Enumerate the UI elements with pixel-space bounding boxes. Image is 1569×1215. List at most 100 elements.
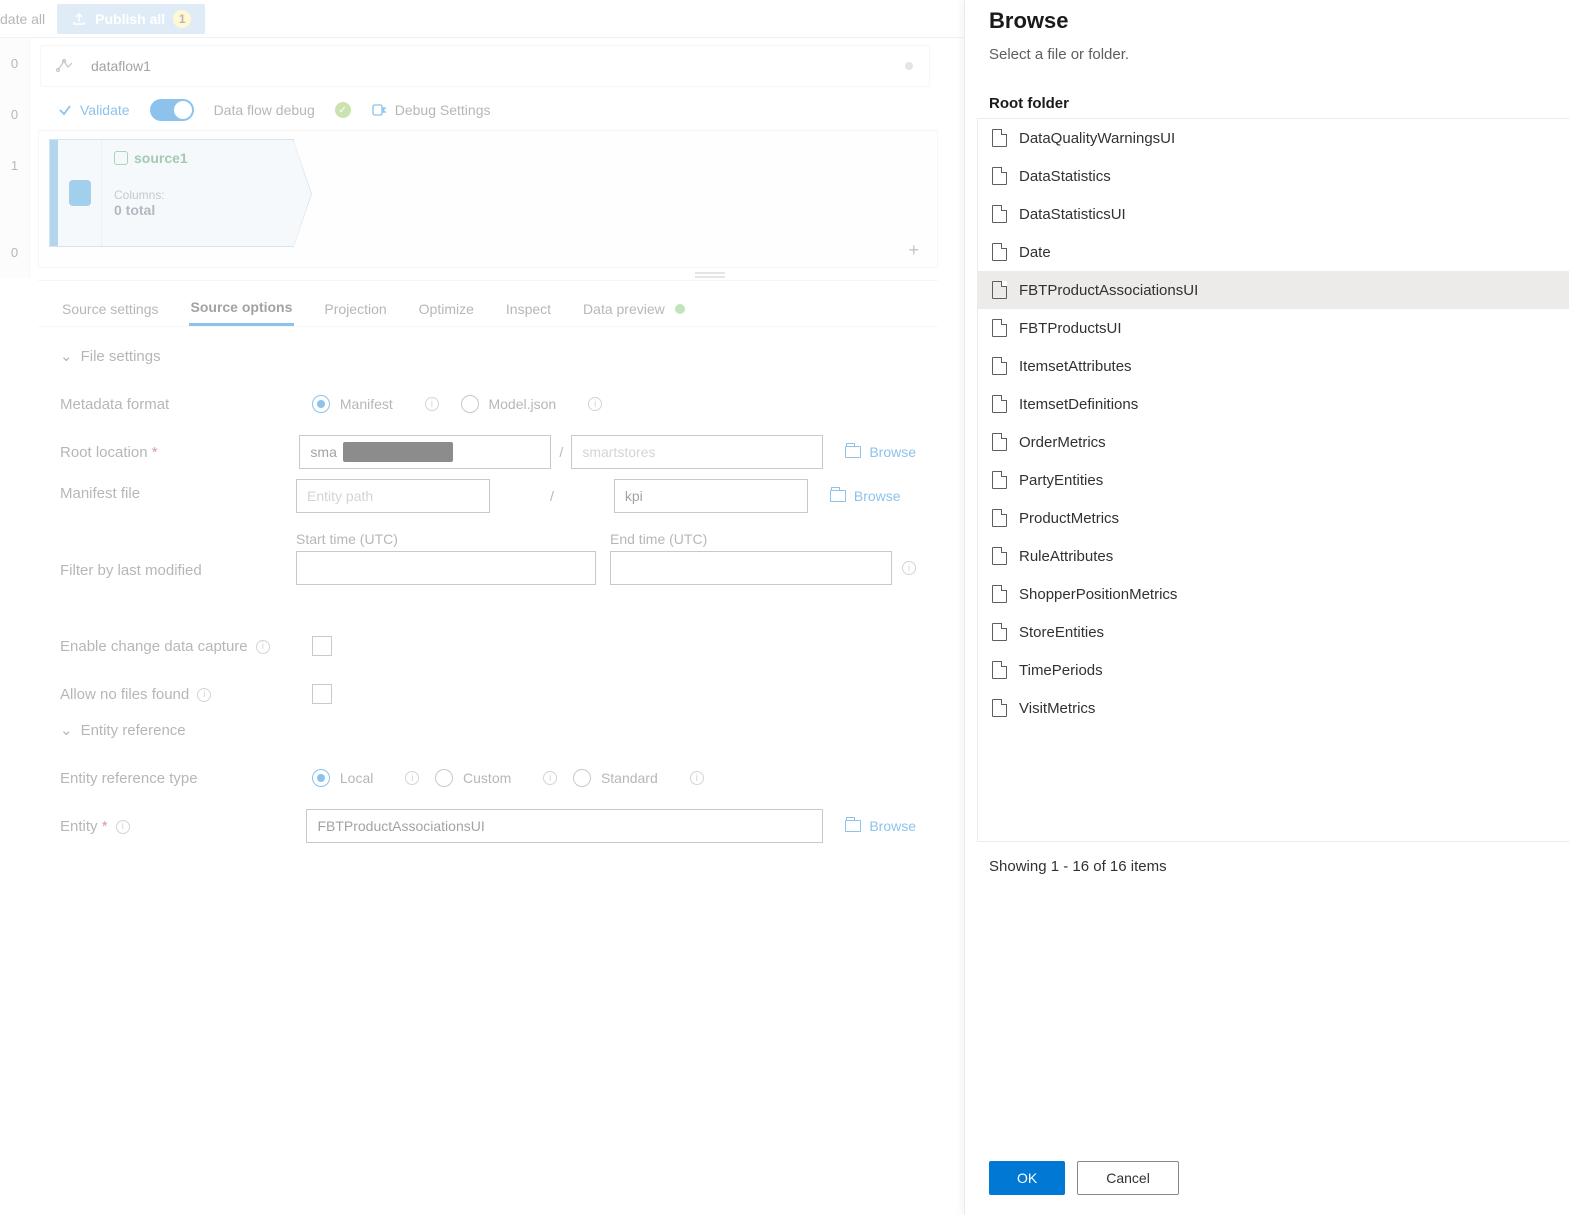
node-selection-bar — [50, 140, 58, 246]
info-icon[interactable]: i — [902, 561, 916, 575]
info-icon[interactable]: i — [256, 640, 270, 654]
file-icon — [992, 699, 1007, 717]
tab-source-options[interactable]: Source options — [189, 291, 295, 326]
info-icon[interactable]: i — [425, 397, 439, 411]
file-item[interactable]: FBTProductAssociationsUI — [978, 271, 1569, 309]
file-item[interactable]: DataStatisticsUI — [978, 195, 1569, 233]
ref-standard-radio[interactable] — [573, 769, 591, 787]
file-list[interactable]: DataQualityWarningsUIDataStatistics DataS… — [977, 118, 1569, 842]
cancel-button[interactable]: Cancel — [1077, 1161, 1179, 1195]
publish-all-label: Publish all — [95, 11, 165, 27]
browse-root-button[interactable]: Browse — [845, 444, 916, 460]
browse-entity-button[interactable]: Browse — [845, 818, 916, 834]
publish-all-button[interactable]: Publish all 1 — [57, 4, 205, 34]
debug-settings-button[interactable]: Debug Settings — [371, 102, 491, 118]
start-time-input[interactable] — [296, 551, 596, 585]
browse-label: Browse — [854, 488, 901, 504]
tab-projection[interactable]: Projection — [322, 293, 388, 325]
metadata-format-label: Metadata format — [60, 396, 312, 413]
browse-manifest-button[interactable]: Browse — [830, 488, 901, 504]
end-time-label: End time (UTC) — [610, 531, 916, 547]
file-item[interactable]: OrderMetrics — [978, 423, 1569, 461]
file-item[interactable]: DataQualityWarningsUI — [978, 119, 1569, 157]
tab-source-settings[interactable]: Source settings — [60, 293, 161, 325]
validate-label: Validate — [80, 102, 130, 118]
file-item[interactable]: VisitMetrics — [978, 689, 1569, 727]
enable-cdc-label: Enable change data capture i — [60, 638, 312, 655]
chevron-down-icon: ⌄ — [60, 721, 73, 739]
entity-path-input[interactable] — [296, 479, 490, 513]
ref-local-radio[interactable] — [312, 769, 330, 787]
file-item[interactable]: ProductMetrics — [978, 499, 1569, 537]
file-item[interactable]: Date — [978, 233, 1569, 271]
editor-tab[interactable]: dataflow1 — [40, 45, 930, 87]
file-item[interactable]: ItemsetDefinitions — [978, 385, 1569, 423]
info-icon[interactable]: i — [197, 688, 211, 702]
file-item-label: ProductMetrics — [1019, 510, 1119, 527]
node-body: source1 Columns: 0 total — [102, 140, 293, 246]
file-item[interactable]: ShopperPositionMetrics — [978, 575, 1569, 613]
metadata-modeljson-radio[interactable] — [461, 395, 479, 413]
rail-num: 0 — [0, 227, 29, 278]
bottom-pane: Source settings Source options Projectio… — [38, 280, 938, 1215]
resize-handle[interactable] — [695, 272, 725, 278]
entity-input[interactable] — [306, 809, 823, 843]
metadata-manifest-radio[interactable] — [312, 395, 330, 413]
source-node[interactable]: source1 Columns: 0 total — [49, 139, 294, 247]
standard-radio-label: Standard — [601, 770, 658, 786]
start-time-label: Start time (UTC) — [296, 531, 596, 547]
bottom-tabs: Source settings Source options Projectio… — [38, 281, 938, 327]
end-time-input[interactable] — [610, 551, 892, 585]
root-folder-input[interactable] — [571, 435, 823, 469]
validate-button[interactable]: Validate — [58, 102, 130, 118]
left-rail: 0 0 1 0 — [0, 38, 30, 278]
entity-reference-header[interactable]: ⌄ Entity reference — [60, 721, 916, 739]
panel-status: Showing 1 - 16 of 16 items — [965, 842, 1569, 891]
tab-data-preview[interactable]: Data preview — [581, 293, 687, 325]
file-settings-header[interactable]: ⌄ File settings — [60, 347, 916, 365]
panel-subtitle: Select a file or folder. — [989, 46, 1545, 63]
entity-reference-label: Entity reference — [81, 722, 186, 739]
file-item[interactable]: DataStatistics — [978, 157, 1569, 195]
info-icon[interactable]: i — [116, 820, 130, 834]
allow-no-files-checkbox[interactable] — [312, 684, 332, 704]
source-options-form: ⌄ File settings Metadata format Manifest… — [38, 327, 938, 867]
check-circle-icon: ✓ — [335, 102, 351, 118]
panel-title: Browse — [989, 8, 1545, 34]
tab-inspect[interactable]: Inspect — [504, 293, 553, 325]
enable-cdc-checkbox[interactable] — [312, 636, 332, 656]
columns-label: Columns: — [114, 188, 281, 202]
ref-custom-radio[interactable] — [435, 769, 453, 787]
columns-total: 0 total — [114, 202, 281, 218]
file-item[interactable]: RuleAttributes — [978, 537, 1569, 575]
file-item-label: ItemsetDefinitions — [1019, 396, 1138, 413]
publish-count-badge: 1 — [173, 10, 191, 28]
file-item[interactable]: TimePeriods — [978, 651, 1569, 689]
dataflow-canvas[interactable]: source1 Columns: 0 total + — [38, 130, 938, 268]
toolbar-cut-text: date all — [0, 11, 45, 27]
upload-icon — [71, 11, 87, 27]
manifest-name-input[interactable] — [614, 479, 808, 513]
info-icon[interactable]: i — [588, 397, 602, 411]
path-separator: / — [550, 488, 554, 504]
file-item[interactable]: ItemsetAttributes — [978, 347, 1569, 385]
source-title: source1 — [134, 150, 188, 166]
file-item[interactable]: FBTProductsUI — [978, 309, 1569, 347]
info-icon[interactable]: i — [543, 771, 557, 785]
root-folder-label: Root folder — [989, 95, 1569, 112]
rail-num: 0 — [0, 38, 29, 89]
info-icon[interactable]: i — [690, 771, 704, 785]
tab-optimize[interactable]: Optimize — [417, 293, 476, 325]
info-icon[interactable]: i — [405, 771, 419, 785]
manifest-file-label: Manifest file — [60, 479, 296, 502]
file-item-label: FBTProductAssociationsUI — [1019, 282, 1198, 299]
modeljson-radio-label: Model.json — [488, 396, 556, 412]
ok-button[interactable]: OK — [989, 1161, 1065, 1195]
file-icon — [992, 585, 1007, 603]
manifest-radio-label: Manifest — [340, 396, 393, 412]
file-item[interactable]: PartyEntities — [978, 461, 1569, 499]
add-node-button[interactable]: + — [908, 240, 919, 261]
file-item-label: DataStatisticsUI — [1019, 206, 1126, 223]
debug-toggle[interactable] — [150, 99, 194, 121]
file-item[interactable]: StoreEntities — [978, 613, 1569, 651]
